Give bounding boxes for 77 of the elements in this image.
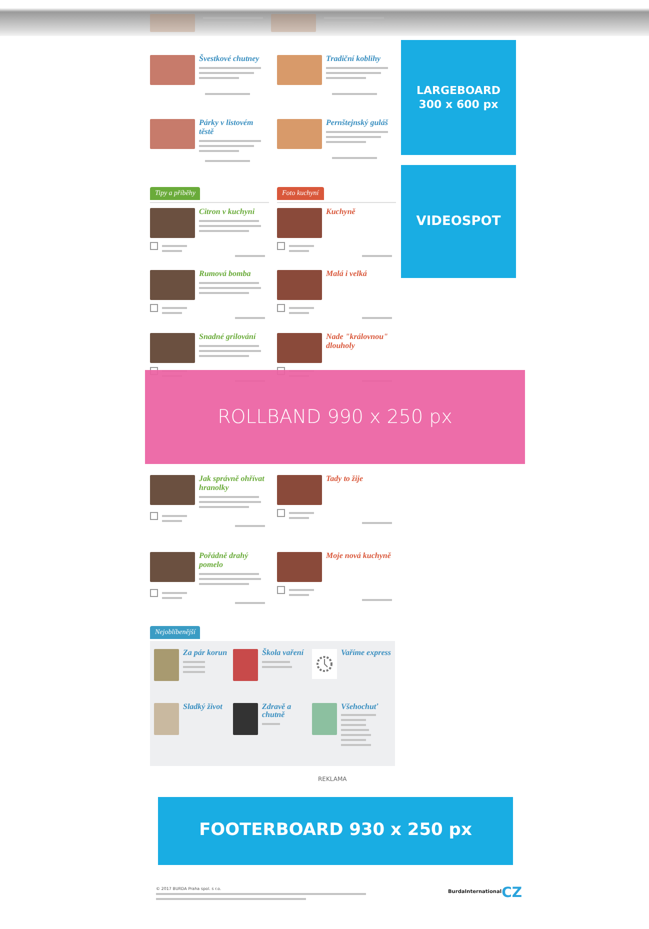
blurred-text-drawing [235,602,265,604]
blurred-text-drawing [199,66,261,79]
blurred-text-drawing [326,66,388,79]
blurred-text-drawing [262,660,292,668]
user-icon [277,509,285,517]
photo-placeholder [150,475,195,505]
recipe-title[interactable]: Švestkové chutney [199,55,269,64]
blurred-text-drawing [199,344,261,357]
photo-placeholder [154,649,179,681]
photo-placeholder [233,702,258,735]
user-icon [150,304,158,312]
blurred-text-drawing [183,660,205,673]
article-title[interactable]: Snadné grilování [199,333,269,342]
blurred-text-drawing [199,282,261,294]
ad-label: ROLLBAND 990 x 250 px [218,404,452,430]
recipe-title[interactable]: Párky v listovém těstě [199,119,269,137]
blurred-text-drawing [235,524,265,527]
user-icon [277,586,285,594]
photo-placeholder [277,270,322,300]
article-title[interactable]: Tady to žije [326,475,396,484]
blurred-text-drawing [199,140,261,152]
article-title[interactable]: Kuchyně [326,208,396,217]
photo-placeholder [233,649,258,681]
ad-label: 300 x 600 px [418,98,498,111]
photo-placeholder [150,14,195,32]
blurred-text-drawing [162,242,187,252]
article-title[interactable]: Rumová bomba [199,270,269,279]
photo-placeholder [277,119,322,149]
ad-label: FOOTERBOARD 930 x 250 px [199,819,472,842]
blurred-text-drawing [326,130,388,143]
recipe-title[interactable]: Tradiční koblihy [326,55,396,64]
user-icon [150,512,158,520]
photo-placeholder [150,55,195,85]
photo-placeholder [154,702,179,735]
blurred-text-drawing [289,242,314,252]
article-title[interactable]: Nade "královnou" dlouholy [326,333,396,351]
blurred-text-drawing [262,723,280,726]
user-icon [277,304,285,312]
user-icon [150,588,158,597]
photo-placeholder [150,270,195,300]
photo-placeholder [312,702,337,735]
user-icon [277,242,285,250]
blurred-text-drawing [289,586,314,596]
recipe-title[interactable]: Pernštejnský guláš [326,119,396,128]
photo-placeholder [277,475,322,505]
article-title[interactable]: Citron v kuchyni [199,208,269,217]
photo-placeholder [277,55,322,85]
blurred-text-drawing [199,572,261,585]
photo-placeholder [277,333,322,363]
article-title[interactable]: Malá i velká [326,270,396,279]
article-title[interactable]: Moje nová kuchyně [326,552,396,561]
category-title[interactable]: Za pár korun [183,649,228,658]
blurred-text-drawing [341,714,376,746]
photo-placeholder [277,552,322,582]
photo-placeholder [271,14,316,32]
photo-placeholder [150,119,195,149]
ad-label: LARGEBOARD [416,84,501,98]
category-title[interactable]: Všehochuť [341,702,378,712]
photo-placeholder [150,333,195,363]
blurred-text-drawing [199,220,261,232]
blurred-text-drawing [205,160,250,162]
photo-placeholder [150,208,195,238]
blurred-text-drawing [289,509,314,519]
category-title[interactable]: Škola vaření [262,649,304,658]
ad-label: VIDEOSPOT [416,212,501,231]
article-title[interactable]: Jak správně ohřívat hranolky [199,475,269,493]
article-title[interactable]: Pořádně drahý pomelo [199,552,269,570]
clock-icon [312,649,337,679]
photo-placeholder [150,552,195,582]
user-icon [150,242,158,250]
blurred-text-drawing [199,496,261,508]
blurred-text-drawing [162,304,187,314]
category-title[interactable]: Zdravě a chutně [262,702,312,720]
category-title[interactable]: Sladký život [183,702,222,712]
photo-placeholder [277,208,322,238]
blurred-text-drawing [289,304,314,314]
category-title[interactable]: Vaříme express [341,649,391,658]
